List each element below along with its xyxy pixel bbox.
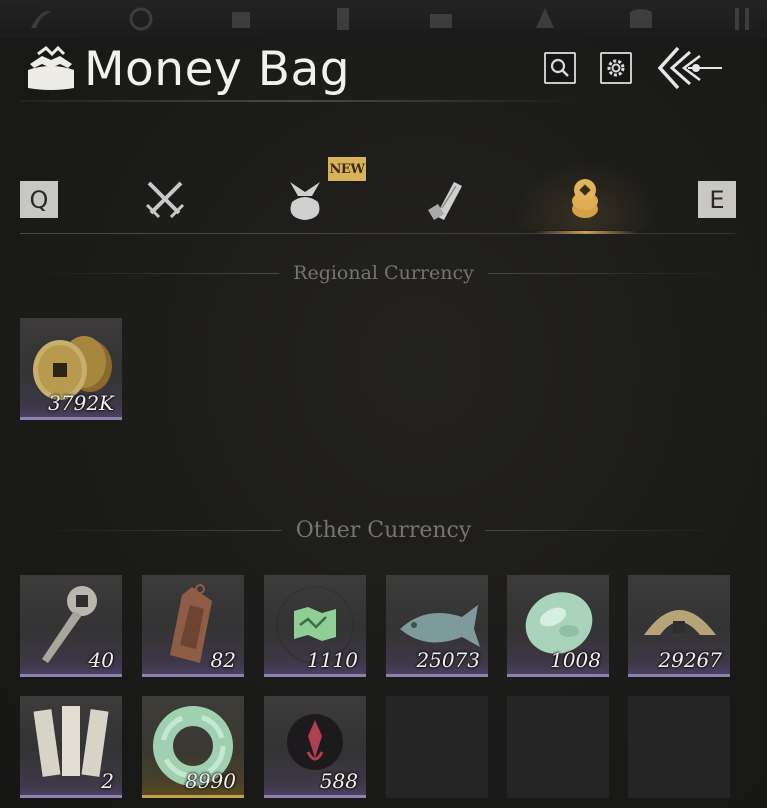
- item-quantity: 29267: [658, 648, 722, 672]
- decor-icon-5[interactable]: [426, 4, 456, 34]
- title-divider: [20, 100, 580, 102]
- prev-tab-key[interactable]: Q: [20, 181, 58, 218]
- tab-equipment[interactable]: [134, 170, 196, 228]
- tab-divider: [20, 233, 735, 234]
- back-arrow-icon: [657, 46, 722, 90]
- decor-icon-1[interactable]: [26, 4, 56, 34]
- item-quantity: 588: [319, 769, 358, 793]
- currency-slot[interactable]: 588: [264, 696, 366, 798]
- empty-slot: [507, 696, 609, 798]
- currency-slot[interactable]: 3792K: [20, 318, 122, 420]
- tab-items[interactable]: [274, 170, 336, 228]
- item-quantity: 2: [101, 769, 114, 793]
- item-quantity: 3792K: [48, 391, 114, 415]
- search-button[interactable]: [544, 52, 576, 84]
- section-rule-right: [485, 529, 736, 531]
- decor-icon-7[interactable]: [626, 4, 656, 34]
- currency-slot[interactable]: 25073: [386, 575, 488, 677]
- next-tab-key[interactable]: E: [698, 181, 736, 218]
- scroll-icon: [428, 182, 462, 220]
- empty-slot: [386, 696, 488, 798]
- new-badge: NEW: [328, 157, 366, 181]
- tab-money-bag[interactable]: [514, 160, 656, 234]
- header: Money Bag: [24, 38, 350, 100]
- empty-slot: [628, 696, 730, 798]
- section-regional-currency: Regional Currency: [0, 258, 767, 288]
- decor-icon-8[interactable]: [728, 4, 758, 34]
- item-quantity: 1008: [550, 648, 601, 672]
- search-icon: [550, 58, 569, 77]
- item-quantity: 1110: [307, 648, 358, 672]
- bundle-bag-icon: [290, 182, 320, 220]
- item-quantity: 8990: [185, 769, 236, 793]
- decor-icon-2[interactable]: [126, 4, 156, 34]
- currency-slot[interactable]: 40: [20, 575, 122, 677]
- back-button[interactable]: [656, 44, 728, 92]
- item-quantity: 82: [210, 648, 236, 672]
- coin-stack-icon: [572, 179, 598, 218]
- decor-icon-3[interactable]: [226, 4, 256, 34]
- page-title: Money Bag: [84, 41, 351, 97]
- currency-slot[interactable]: 1008: [507, 575, 609, 677]
- currency-slot[interactable]: 1110: [264, 575, 366, 677]
- gear-icon: [607, 59, 625, 77]
- decor-icon-4[interactable]: [328, 4, 358, 34]
- currency-slot[interactable]: 82: [142, 575, 244, 677]
- item-quantity: 25073: [416, 648, 480, 672]
- section-title: Regional Currency: [293, 262, 474, 284]
- settings-button[interactable]: [600, 52, 632, 84]
- section-other-currency: Other Currency: [0, 515, 767, 545]
- section-rule-left: [31, 529, 282, 531]
- decor-icon-6[interactable]: [530, 4, 560, 34]
- currency-slot[interactable]: 8990: [142, 696, 244, 798]
- top-menu-strip: [0, 0, 767, 38]
- section-rule-right: [487, 272, 738, 274]
- item-quantity: 40: [88, 648, 114, 672]
- currency-slot[interactable]: 29267: [628, 575, 730, 677]
- tab-scrolls[interactable]: [414, 170, 476, 228]
- money-bag-icon: [28, 46, 74, 90]
- section-title: Other Currency: [295, 517, 472, 543]
- crossed-swords-icon: [145, 181, 185, 219]
- currency-slot[interactable]: 2: [20, 696, 122, 798]
- section-rule-left: [29, 272, 280, 274]
